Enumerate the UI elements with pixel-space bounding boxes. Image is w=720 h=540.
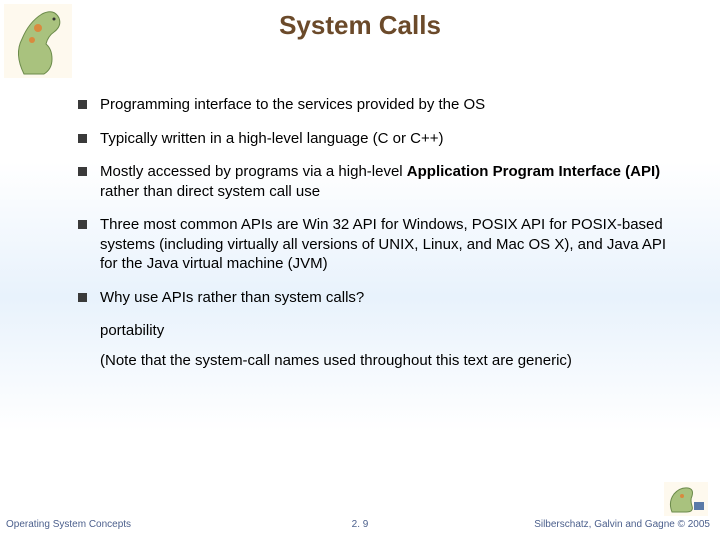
sub-item: portability — [78, 321, 672, 341]
bullet-item: Mostly accessed by programs via a high-l… — [78, 162, 672, 201]
bullet-text: Programming interface to the services pr… — [100, 96, 485, 113]
sub-text: portability — [100, 322, 164, 339]
bullet-text: Typically written in a high-level langua… — [100, 130, 444, 147]
bullet-item: Programming interface to the services pr… — [78, 95, 672, 115]
footer-copyright: Silberschatz, Galvin and Gagne © 2005 — [534, 519, 710, 530]
bullet-text: Mostly accessed by programs via a high-l… — [100, 163, 407, 180]
bullet-item: Why use APIs rather than system calls? — [78, 288, 672, 308]
bullet-item: Three most common APIs are Win 32 API fo… — [78, 215, 672, 274]
bullet-item: Typically written in a high-level langua… — [78, 129, 672, 149]
bullet-text: Why use APIs rather than system calls? — [100, 289, 364, 306]
sub-item: (Note that the system-call names used th… — [78, 351, 672, 371]
sub-text: (Note that the system-call names used th… — [100, 352, 572, 369]
slide-content: Programming interface to the services pr… — [78, 95, 672, 380]
dinosaur-small-icon — [664, 482, 708, 516]
bullet-text: rather than direct system call use — [100, 183, 320, 200]
slide-title: System Calls — [0, 10, 720, 41]
bullet-bold: Application Program Interface (API) — [407, 163, 660, 180]
bullet-text: Three most common APIs are Win 32 API fo… — [100, 216, 666, 272]
slide: System Calls Programming interface to th… — [0, 0, 720, 540]
